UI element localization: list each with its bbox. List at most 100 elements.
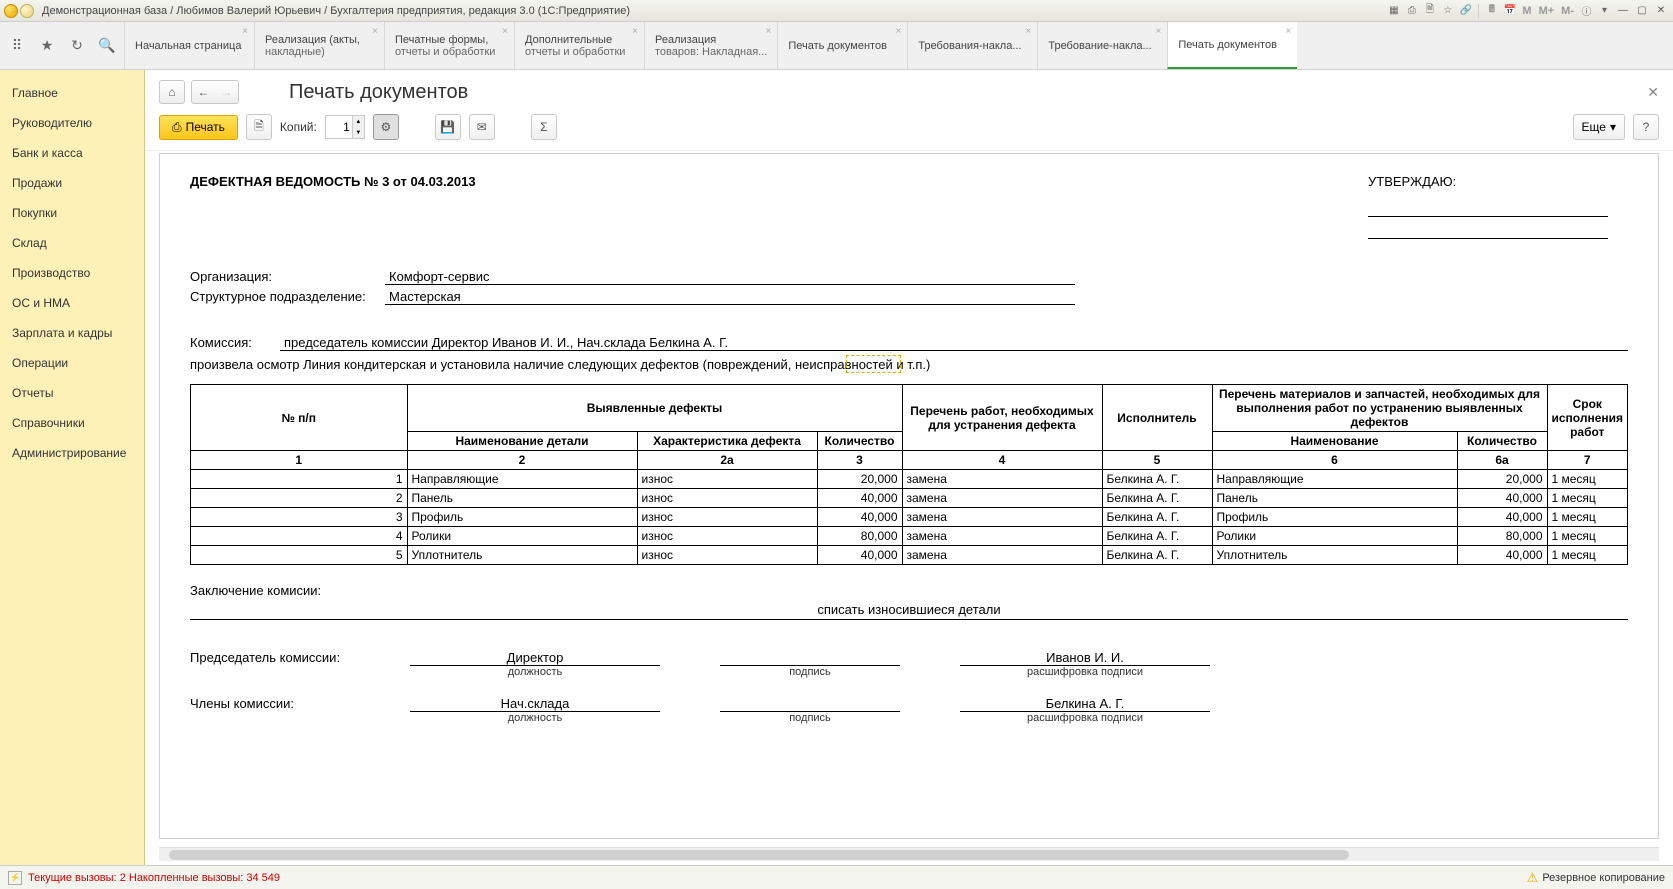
tab[interactable]: ×Печать документов — [777, 22, 907, 69]
favorite-icon[interactable]: ★ — [38, 37, 56, 55]
dep-value: Мастерская — [385, 289, 1075, 305]
examined-text: произвела осмотр Линия кондитерская и ус… — [190, 357, 1628, 372]
statusbar: ⚡ Текущие вызовы: 2 Накопленные вызовы: … — [0, 865, 1673, 889]
members-label: Члены комиссии: — [190, 696, 380, 724]
conclusion-label: Заключение комисии: — [190, 583, 321, 598]
sidebar: ГлавноеРуководителюБанк и кассаПродажиПо… — [0, 70, 145, 865]
dropdown-icon[interactable]: ▾ — [1597, 3, 1612, 18]
app-icon — [4, 4, 18, 18]
sidebar-item[interactable]: Склад — [0, 228, 144, 258]
preview-button[interactable]: 🗎 — [246, 114, 272, 140]
print-button[interactable]: ⎙Печать — [159, 115, 238, 140]
tab[interactable]: ×Печатные формы,отчеты и обработки — [384, 22, 514, 69]
star-icon[interactable]: ☆ — [1440, 3, 1455, 18]
sidebar-item[interactable]: Главное — [0, 78, 144, 108]
spin-down[interactable]: ▼ — [352, 127, 364, 138]
comm-label: Комиссия: — [190, 335, 280, 351]
save-button[interactable]: 💾 — [435, 114, 461, 140]
table-row: 2Панельизнос40,000заменаБелкина А. Г.Пан… — [191, 489, 1628, 508]
dep-label: Структурное подразделение: — [190, 289, 385, 305]
sidebar-item[interactable]: Операции — [0, 348, 144, 378]
link-icon[interactable]: 🔗 — [1458, 3, 1473, 18]
tab-close-icon[interactable]: × — [1156, 26, 1162, 37]
backup-status[interactable]: ⚠Резервное копирование — [1527, 870, 1665, 886]
org-value: Комфорт-сервис — [385, 269, 1075, 285]
table-row: 5Уплотнительизнос40,000заменаБелкина А. … — [191, 546, 1628, 565]
settings-button[interactable]: ⚙ — [373, 114, 399, 140]
spin-up[interactable]: ▲ — [352, 116, 364, 127]
perf-icon[interactable]: ⚡ — [8, 871, 22, 885]
copies-label: Копий: — [280, 120, 317, 134]
sidebar-item[interactable]: Администрирование — [0, 438, 144, 468]
tab-close-icon[interactable]: × — [372, 26, 378, 37]
app-icon-2 — [20, 4, 34, 18]
tab-close-icon[interactable]: × — [766, 26, 772, 37]
sidebar-item[interactable]: Покупки — [0, 198, 144, 228]
tab-close-icon[interactable]: × — [502, 26, 508, 37]
sidebar-item[interactable]: Зарплата и кадры — [0, 318, 144, 348]
mem-m[interactable]: M — [1520, 5, 1533, 17]
home-button[interactable]: ⌂ — [159, 80, 185, 104]
tab-close-icon[interactable]: × — [1286, 26, 1292, 37]
comm-value: председатель комиссии Директор Иванов И.… — [280, 335, 1628, 351]
more-button[interactable]: Еще▾ — [1573, 114, 1625, 140]
document-area[interactable]: ДЕФЕКТНАЯ ВЕДОМОСТЬ № 3 от 04.03.2013 УТ… — [159, 153, 1659, 839]
calc-icon[interactable]: 🖩 — [1484, 3, 1499, 18]
mem-mplus[interactable]: M+ — [1537, 5, 1557, 17]
page-title: Печать документов — [289, 81, 468, 104]
table-row: 3Профильизнос40,000заменаБелкина А. Г.Пр… — [191, 508, 1628, 527]
help-button[interactable]: ? — [1633, 114, 1659, 140]
search-icon[interactable]: 🔍 — [98, 37, 116, 55]
table-row: 1Направляющиеизнос20,000заменаБелкина А.… — [191, 470, 1628, 489]
tab[interactable]: ×Реализация (акты,накладные) — [254, 22, 384, 69]
chevron-down-icon: ▾ — [1610, 120, 1616, 134]
tab[interactable]: ×Требования-накла... — [907, 22, 1037, 69]
maximize-button[interactable]: ▢ — [1634, 4, 1650, 18]
sidebar-item[interactable]: Банк и касса — [0, 138, 144, 168]
sidebar-item[interactable]: Отчеты — [0, 378, 144, 408]
window-title: Демонстрационная база / Любимов Валерий … — [42, 5, 1386, 17]
tab[interactable]: ×Дополнительныеотчеты и обработки — [514, 22, 644, 69]
horizontal-scrollbar[interactable] — [159, 847, 1659, 861]
titlebar: Демонстрационная база / Любимов Валерий … — [0, 0, 1673, 22]
tab[interactable]: ×Начальная страница — [124, 22, 254, 69]
approve-label: УТВЕРЖДАЮ: — [1368, 174, 1628, 189]
tab[interactable]: ×Реализациятоваров: Накладная... — [644, 22, 777, 69]
org-label: Организация: — [190, 269, 385, 285]
history-icon[interactable]: ↻ — [68, 37, 86, 55]
tab[interactable]: ×Печать документов — [1167, 22, 1297, 69]
email-button[interactable]: ✉ — [469, 114, 495, 140]
warning-icon: ⚠ — [1527, 870, 1539, 886]
calendar-icon[interactable]: 📅 — [1502, 3, 1517, 18]
doc-icon[interactable]: 🗎 — [1422, 3, 1437, 18]
sidebar-item[interactable]: Продажи — [0, 168, 144, 198]
sidebar-item[interactable]: Руководителю — [0, 108, 144, 138]
tab-close-icon[interactable]: × — [632, 26, 638, 37]
minimize-button[interactable]: — — [1615, 4, 1631, 18]
sidebar-item[interactable]: Справочники — [0, 408, 144, 438]
forward-icon: → — [215, 85, 238, 99]
sum-button[interactable]: Σ — [531, 114, 557, 140]
mem-mminus[interactable]: M- — [1559, 5, 1576, 17]
nav-back-forward[interactable]: ←→ — [191, 80, 239, 104]
back-icon: ← — [192, 85, 215, 99]
toolbar: ⎙Печать 🗎 Копий: ▲▼ ⚙ 💾 ✉ Σ Еще▾ ? — [145, 108, 1673, 151]
tab-close-icon[interactable]: × — [242, 26, 248, 37]
tab-close-icon[interactable]: × — [896, 26, 902, 37]
tab[interactable]: ×Требование-накла... — [1037, 22, 1167, 69]
status-current: Текущие вызовы: 2 Накопленные вызовы: 34… — [28, 872, 280, 884]
tabbar: ⠿ ★ ↻ 🔍 ×Начальная страница×Реализация (… — [0, 22, 1673, 70]
tab-close-icon[interactable]: × — [1026, 26, 1032, 37]
chairman-label: Председатель комиссии: — [190, 650, 380, 678]
printer-icon: ⎙ — [172, 120, 182, 135]
sidebar-item[interactable]: ОС и НМА — [0, 288, 144, 318]
close-page-icon[interactable]: ✕ — [1647, 84, 1659, 101]
close-button[interactable]: ✕ — [1653, 4, 1669, 18]
defects-table: № п/п Выявленные дефекты Перечень работ,… — [190, 384, 1628, 565]
apps-icon[interactable]: ⠿ — [8, 37, 26, 55]
toolbar-icon[interactable]: ▦ — [1386, 3, 1401, 18]
info-icon[interactable]: ⓘ — [1579, 3, 1594, 18]
sidebar-item[interactable]: Производство — [0, 258, 144, 288]
print-icon[interactable]: ⎙ — [1404, 3, 1419, 18]
table-row: 4Роликиизнос80,000заменаБелкина А. Г.Рол… — [191, 527, 1628, 546]
